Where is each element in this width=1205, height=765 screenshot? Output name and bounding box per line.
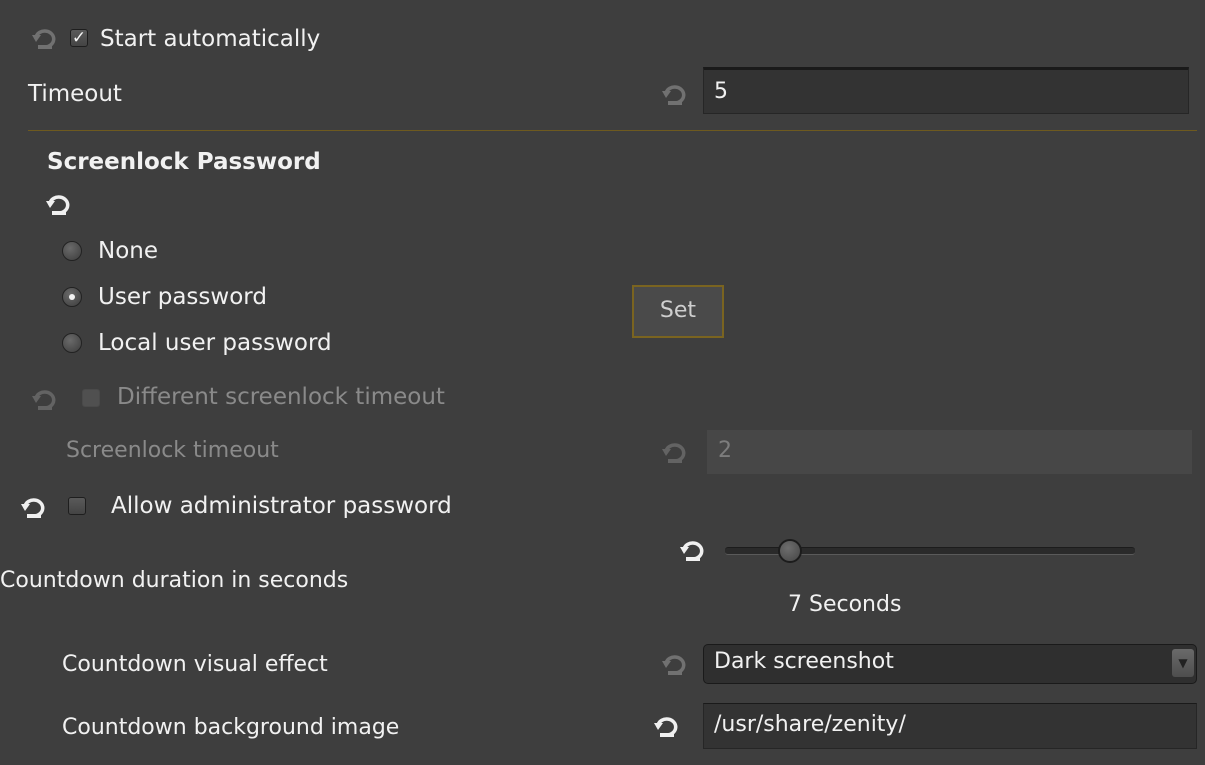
reset-icon[interactable]	[32, 28, 58, 50]
reset-icon	[32, 389, 58, 411]
timeout-input[interactable]: 5	[703, 67, 1189, 114]
visual-effect-dropdown[interactable]: Dark screenshot ▼	[703, 644, 1197, 684]
radio-local-user-password[interactable]	[62, 333, 82, 353]
countdown-slider[interactable]	[725, 538, 1135, 564]
reset-icon[interactable]	[46, 194, 72, 216]
reset-icon[interactable]	[654, 716, 680, 738]
radio-none-label: None	[98, 238, 159, 264]
reset-icon[interactable]	[680, 540, 706, 562]
screenlock-timeout-input: 2	[707, 430, 1192, 474]
set-password-button[interactable]: Set	[632, 285, 724, 338]
reset-icon[interactable]	[662, 84, 688, 106]
countdown-duration-label: Countdown duration in seconds	[0, 568, 349, 593]
allow-admin-label: Allow administrator password	[111, 493, 452, 519]
reset-icon[interactable]	[662, 654, 688, 676]
start-automatically-label: Start automatically	[100, 26, 321, 52]
countdown-value: 7 Seconds	[788, 592, 902, 617]
screenlock-timeout-label: Screenlock timeout	[66, 438, 279, 463]
chevron-down-icon[interactable]: ▼	[1172, 649, 1194, 677]
reset-icon[interactable]	[21, 497, 47, 519]
timeout-label: Timeout	[28, 81, 122, 107]
radio-user-password-label: User password	[98, 284, 267, 310]
radio-local-user-password-label: Local user password	[98, 330, 332, 356]
slider-handle[interactable]	[778, 539, 802, 563]
allow-admin-checkbox[interactable]	[68, 497, 86, 515]
different-timeout-label: Different screenlock timeout	[117, 384, 445, 410]
different-timeout-checkbox	[82, 389, 100, 407]
radio-none[interactable]	[62, 241, 82, 261]
background-image-label: Countdown background image	[62, 715, 400, 740]
visual-effect-label: Countdown visual effect	[62, 652, 328, 677]
section-divider	[28, 130, 1197, 131]
background-image-input[interactable]: /usr/share/zenity/	[703, 703, 1197, 749]
visual-effect-selected: Dark screenshot	[714, 649, 894, 674]
radio-user-password[interactable]	[62, 287, 82, 307]
reset-icon	[662, 442, 688, 464]
start-automatically-checkbox[interactable]: ✓	[70, 29, 88, 47]
screenlock-password-heading: Screenlock Password	[47, 149, 321, 175]
